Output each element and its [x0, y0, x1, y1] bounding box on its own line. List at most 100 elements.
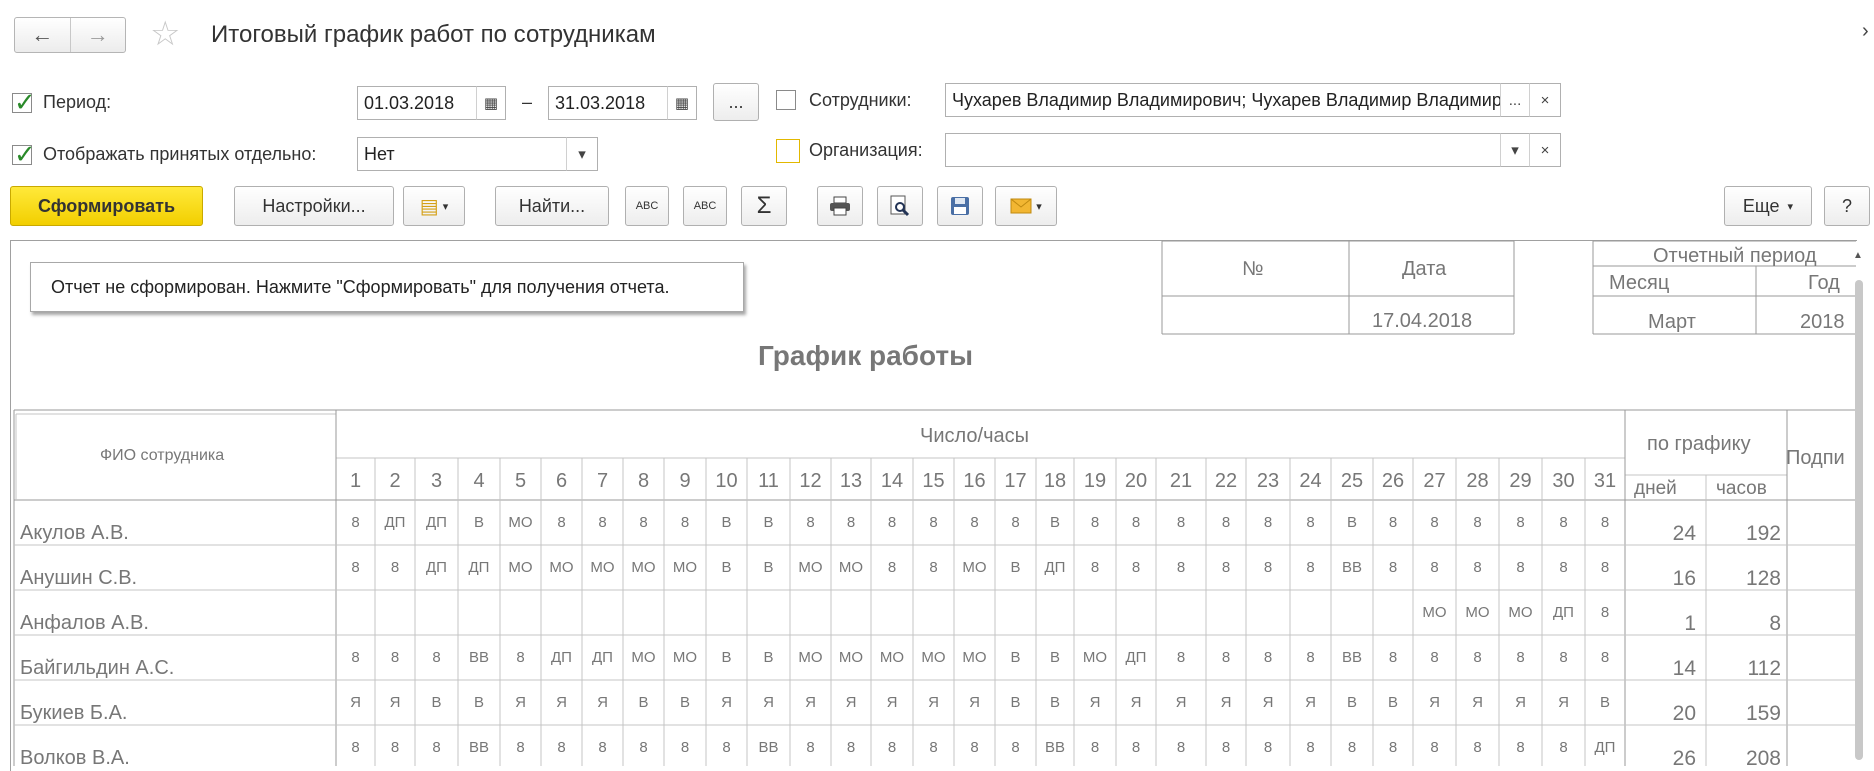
- days-total-cell: 16: [1672, 567, 1696, 590]
- day-value-cell: 8: [806, 739, 815, 756]
- day-value-cell: Я: [389, 694, 401, 711]
- day-value-cell: В: [763, 559, 774, 576]
- month-header: Месяц: [1609, 272, 1670, 294]
- day-value-cell: Я: [1429, 694, 1440, 711]
- day-value-cell: В: [721, 649, 732, 666]
- day-value-cell: 8: [1221, 514, 1231, 531]
- day-value-cell: Я: [721, 694, 732, 711]
- hours-total-cell: 112: [1747, 657, 1781, 680]
- day-value-cell: 8: [1011, 514, 1020, 531]
- day-value-cell: 8: [1131, 514, 1141, 531]
- day-value-cell: МО: [508, 514, 533, 531]
- day-value-cell: 8: [351, 514, 360, 531]
- day-value-cell: Я: [1515, 694, 1526, 711]
- day-value-cell: Я: [886, 694, 898, 711]
- hours-total-cell: 159: [1745, 702, 1781, 725]
- day-value-cell: 8: [639, 514, 648, 531]
- day-value-cell: Я: [1305, 694, 1316, 711]
- day-header-cell: 5: [514, 470, 527, 492]
- day-value-cell: 8: [1176, 739, 1186, 756]
- day-value-cell: МО: [631, 649, 656, 666]
- date-header: Дата: [1402, 258, 1447, 280]
- day-value-cell: 8: [1600, 559, 1610, 576]
- year-value: 2018: [1800, 311, 1845, 333]
- day-value-cell: 8: [639, 739, 648, 756]
- day-value-cell: МО: [508, 559, 533, 576]
- day-value-cell: 8: [1516, 514, 1525, 531]
- col-schedule-header: по графику: [1647, 433, 1751, 455]
- day-value-cell: 8: [1388, 559, 1398, 576]
- day-value-cell: 8: [846, 739, 856, 756]
- day-value-cell: Я: [805, 694, 816, 711]
- day-header-cell: 13: [839, 470, 863, 492]
- day-value-cell: В: [721, 559, 732, 576]
- day-value-cell: МО: [879, 649, 905, 666]
- day-header-cell: 31: [1593, 470, 1617, 492]
- day-value-cell: 8: [887, 739, 897, 756]
- day-value-cell: 8: [1131, 559, 1141, 576]
- col-hours-header: часов: [1716, 478, 1767, 499]
- day-header-cell: 11: [758, 470, 779, 492]
- day-value-cell: ВВ: [1341, 559, 1362, 576]
- day-value-cell: 8: [1473, 559, 1482, 576]
- employee-name-cell: Акулов А.В.: [20, 522, 129, 544]
- day-value-cell: ВВ: [468, 649, 489, 666]
- day-value-cell: 8: [516, 739, 525, 756]
- day-value-cell: 8: [1559, 559, 1568, 576]
- day-value-cell: 8: [1176, 559, 1186, 576]
- employee-name-cell: Волков В.А.: [20, 747, 130, 769]
- day-value-cell: 8: [1516, 739, 1525, 756]
- day-value-cell: 8: [598, 514, 607, 531]
- day-header-cell: 4: [473, 470, 485, 492]
- day-value-cell: В: [473, 514, 484, 531]
- hours-total-cell: 208: [1745, 747, 1781, 770]
- scroll-up-icon[interactable]: ▲: [1853, 250, 1863, 261]
- employee-name-cell: Анфалов А.В.: [20, 612, 149, 634]
- day-value-cell: 8: [351, 649, 360, 666]
- day-header-cell: 28: [1466, 470, 1489, 492]
- day-header-cell: 30: [1552, 470, 1575, 492]
- date-value: 17.04.2018: [1372, 310, 1473, 332]
- month-value: Март: [1648, 311, 1696, 333]
- day-value-cell: МО: [1508, 604, 1533, 621]
- day-header-cell: 1: [349, 470, 362, 492]
- day-value-cell: В: [473, 694, 484, 711]
- day-value-cell: ДП: [426, 514, 447, 531]
- day-value-cell: В: [721, 514, 732, 531]
- day-value-cell: МО: [549, 559, 574, 576]
- hours-total-cell: 192: [1745, 522, 1781, 545]
- day-value-cell: ДП: [426, 559, 447, 576]
- day-header-cell: 21: [1169, 470, 1193, 492]
- day-value-cell: ВВ: [468, 739, 489, 756]
- day-value-cell: МО: [921, 649, 946, 666]
- day-value-cell: 8: [806, 514, 815, 531]
- day-value-cell: В: [1049, 694, 1060, 711]
- day-header-cell: 22: [1214, 470, 1238, 492]
- days-total-cell: 26: [1672, 747, 1696, 770]
- day-value-cell: ДП: [551, 649, 572, 666]
- day-value-cell: 8: [1221, 559, 1231, 576]
- day-value-cell: 8: [1430, 559, 1439, 576]
- day-header-cell: 26: [1381, 470, 1405, 492]
- day-value-cell: ДП: [1125, 649, 1147, 666]
- day-value-cell: Я: [1472, 694, 1483, 711]
- day-value-cell: Я: [350, 694, 361, 711]
- day-value-cell: 8: [1430, 739, 1439, 756]
- day-value-cell: В: [1387, 694, 1398, 711]
- day-header-cell: 18: [1043, 470, 1067, 492]
- scrollbar-thumb[interactable]: [1855, 280, 1863, 760]
- day-value-cell: 8: [1090, 559, 1100, 576]
- day-value-cell: 8: [887, 514, 897, 531]
- col-days-hours-header: Число/часы: [920, 425, 1029, 447]
- day-value-cell: 8: [1090, 514, 1100, 531]
- hours-total-cell: 128: [1745, 567, 1781, 590]
- day-value-cell: В: [1346, 694, 1357, 711]
- day-value-cell: 8: [1388, 649, 1398, 666]
- day-value-cell: В: [1346, 514, 1357, 531]
- day-value-cell: 8: [970, 739, 979, 756]
- day-header-cell: 17: [1004, 470, 1027, 492]
- day-value-cell: МО: [590, 559, 615, 576]
- days-total-cell: 20: [1672, 702, 1696, 725]
- day-header-cell: 8: [637, 470, 650, 492]
- day-value-cell: Я: [1220, 694, 1232, 711]
